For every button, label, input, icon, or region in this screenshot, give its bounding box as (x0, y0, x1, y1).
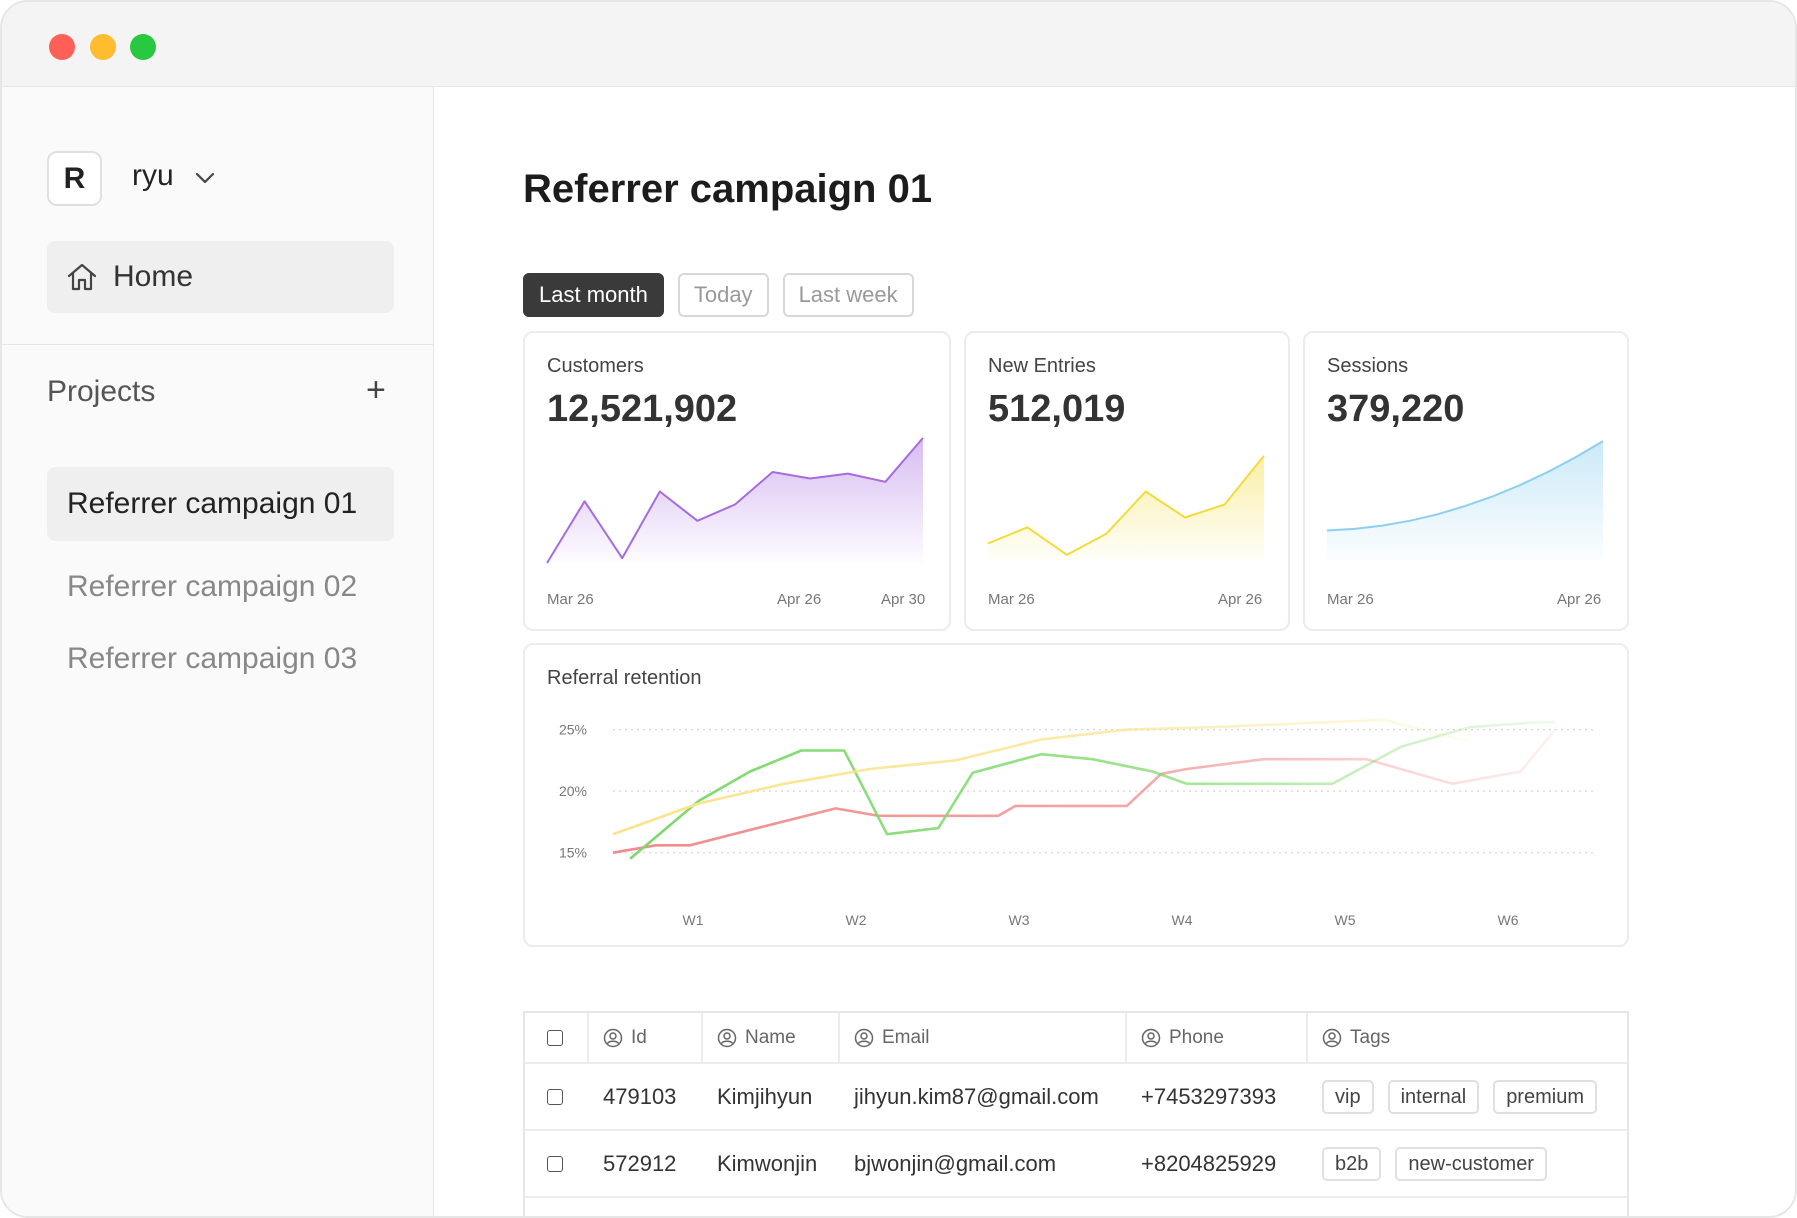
stat-card-sessions: Sessions 379,220 Mar 26 Apr 26 (1303, 331, 1629, 631)
x-tick-label: W3 (1009, 912, 1030, 928)
customers-table: Id Name Email Phone Tags 479103 Kimjihyu… (523, 1011, 1629, 1216)
maximize-window-button[interactable] (130, 34, 156, 60)
close-window-button[interactable] (49, 34, 75, 60)
column-header-name[interactable]: Name (703, 1013, 840, 1062)
column-header-label: Tags (1350, 1026, 1391, 1048)
select-all-cell (525, 1013, 589, 1062)
user-circle-icon (1322, 1028, 1342, 1047)
stat-card-new-entries: New Entries 512,019 Mar 26 Apr 26 (964, 331, 1290, 631)
select-all-checkbox[interactable] (547, 1029, 563, 1046)
sidebar-item-label: Home (113, 260, 194, 293)
row-checkbox[interactable] (547, 1088, 563, 1105)
cell-id: 572912 (603, 1150, 677, 1176)
table-row-partial (525, 1198, 1627, 1216)
column-header-email[interactable]: Email (840, 1013, 1127, 1062)
sidebar-divider (2, 344, 434, 345)
x-tick-label: W2 (846, 912, 867, 928)
column-header-label: Email (882, 1026, 930, 1048)
table-header-row: Id Name Email Phone Tags (525, 1013, 1627, 1064)
row-select-cell (525, 1064, 589, 1129)
sidebar-item-project[interactable]: Referrer campaign 03 (47, 622, 394, 696)
tag-badge[interactable]: new-customer (1395, 1146, 1547, 1181)
column-header-label: Id (631, 1026, 647, 1048)
series-line (629, 720, 1555, 860)
add-project-button[interactable]: + (366, 373, 386, 407)
x-tick-label: Mar 26 (1327, 591, 1374, 608)
tab-last-month[interactable]: Last month (523, 273, 664, 317)
retention-chart-card: Referral retention 15% 20% 25% W1 W2 W3 W4 W5 W6 (523, 643, 1629, 947)
home-icon (67, 263, 97, 291)
x-tick-label: Apr 26 (1557, 591, 1602, 608)
new-entries-sparkline (987, 455, 1265, 563)
cell-phone: +8204825929 (1141, 1150, 1277, 1176)
row-checkbox[interactable] (547, 1155, 563, 1172)
column-header-phone[interactable]: Phone (1127, 1013, 1308, 1062)
sparkline-area (988, 455, 1264, 563)
table-row[interactable]: 479103 Kimjihyun jihyun.kim87@gmail.com … (525, 1064, 1627, 1131)
y-tick-label: 20% (559, 783, 587, 799)
column-header-label: Phone (1169, 1026, 1224, 1048)
stat-card-customers: Customers 12,521,902 Mar 26 Apr 26 Apr 3… (523, 331, 951, 631)
tag-badge[interactable]: b2b (1322, 1146, 1382, 1181)
chevron-down-icon[interactable] (194, 167, 216, 189)
tab-last-week[interactable]: Last week (782, 273, 914, 317)
stat-label: New Entries (988, 355, 1096, 377)
sessions-sparkline (1326, 440, 1604, 563)
app-window: R ryu Home Projects + Referrer campaign … (0, 0, 1797, 1218)
tag-badge[interactable]: premium (1493, 1079, 1597, 1114)
tag-badge[interactable]: vip (1322, 1079, 1374, 1114)
sidebar-item-home[interactable]: Home (47, 241, 394, 313)
x-tick-label: W5 (1335, 912, 1356, 928)
x-tick-label: W4 (1172, 912, 1193, 928)
workspace-avatar[interactable]: R (47, 151, 102, 206)
user-circle-icon (854, 1028, 874, 1047)
cell-name: Kimwonjin (717, 1150, 818, 1176)
page-title: Referrer campaign 01 (523, 167, 933, 211)
sidebar-item-project[interactable]: Referrer campaign 01 (47, 467, 394, 541)
cell-phone: +7453297393 (1141, 1083, 1277, 1109)
tag-badge[interactable]: internal (1387, 1079, 1480, 1114)
sparkline-area (1327, 441, 1603, 563)
row-select-cell (525, 1131, 589, 1196)
workspace-name[interactable]: ryu (132, 159, 174, 193)
customers-sparkline (546, 437, 924, 564)
cell-tags: vip internal premium (1308, 1064, 1627, 1129)
table-row[interactable]: 572912 Kimwonjin bjwonjin@gmail.com +820… (525, 1131, 1627, 1198)
stat-label: Sessions (1327, 355, 1409, 377)
minimize-window-button[interactable] (90, 34, 116, 60)
stat-label: Customers (547, 355, 644, 377)
cell-name: Kimjihyun (717, 1083, 813, 1109)
y-tick-label: 25% (559, 722, 587, 738)
x-tick-label: Apr 26 (1218, 591, 1263, 608)
sidebar-item-project[interactable]: Referrer campaign 02 (47, 550, 394, 624)
cell-email: jihyun.kim87@gmail.com (854, 1083, 1099, 1109)
user-circle-icon (603, 1028, 623, 1047)
title-bar (2, 2, 1795, 87)
x-tick-label: Apr 30 (881, 591, 926, 608)
column-header-id[interactable]: Id (589, 1013, 703, 1062)
x-tick-label: Apr 26 (777, 591, 822, 608)
retention-line-chart: 15% 20% 25% W1 W2 W3 W4 W5 W6 (559, 718, 1595, 928)
main-content: Referrer campaign 01 Last month Today La… (435, 87, 1795, 1216)
user-circle-icon (717, 1028, 737, 1047)
cell-tags: b2b new-customer (1308, 1131, 1627, 1196)
user-circle-icon (1141, 1028, 1161, 1047)
sidebar: R ryu Home Projects + Referrer campaign … (2, 87, 434, 1216)
projects-heading: Projects (47, 375, 156, 408)
x-tick-label: Mar 26 (988, 591, 1035, 608)
y-tick-label: 15% (559, 845, 587, 861)
cell-email: bjwonjin@gmail.com (854, 1150, 1057, 1176)
cell-id: 479103 (603, 1083, 677, 1109)
date-range-tabs: Last month Today Last week (523, 273, 914, 317)
x-tick-label: W6 (1498, 912, 1519, 928)
column-header-label: Name (745, 1026, 796, 1048)
x-tick-label: W1 (683, 912, 704, 928)
column-header-tags[interactable]: Tags (1308, 1013, 1627, 1062)
tab-today[interactable]: Today (677, 273, 769, 317)
x-tick-label: Mar 26 (547, 591, 594, 608)
sparkline-area (547, 437, 923, 563)
